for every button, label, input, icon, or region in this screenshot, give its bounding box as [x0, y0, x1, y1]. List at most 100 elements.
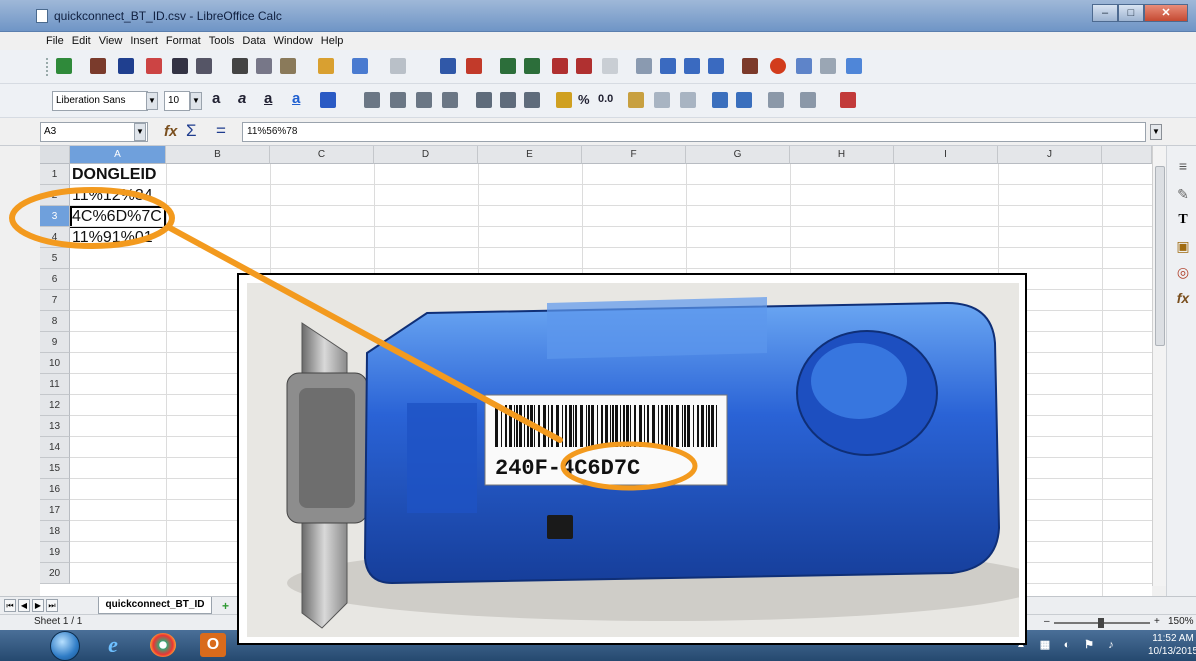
row-header-5[interactable]: 5	[40, 248, 70, 269]
cell-a1[interactable]: DONGLEID	[72, 164, 156, 185]
align-right-icon[interactable]	[416, 92, 432, 108]
navigator-icon[interactable]: ◎	[1175, 264, 1191, 280]
insert-rows-icon[interactable]	[552, 58, 568, 74]
copy-icon[interactable]	[256, 58, 272, 74]
delete-rows-icon[interactable]	[602, 58, 618, 74]
align-bottom-icon[interactable]	[524, 92, 540, 108]
formula-icon[interactable]: =	[216, 121, 226, 141]
formula-input[interactable]: 11%56%78	[242, 122, 1146, 142]
volume-icon[interactable]: ◐	[1058, 633, 1076, 657]
office-icon[interactable]: O	[200, 633, 226, 657]
maximize-button[interactable]: □	[1118, 4, 1144, 22]
name-box[interactable]: A3	[40, 122, 148, 142]
delete-decimal-icon[interactable]	[680, 92, 696, 108]
font-name-box[interactable]: Liberation Sans	[52, 91, 148, 111]
row-header-7[interactable]: 7	[40, 290, 70, 311]
zoom-slider-handle[interactable]	[1098, 618, 1104, 628]
percent-icon[interactable]: %	[578, 92, 590, 107]
sort-icon[interactable]	[636, 58, 652, 74]
column-header-f[interactable]: F	[582, 146, 686, 164]
column-header-c[interactable]: C	[270, 146, 374, 164]
menu-data[interactable]: Data	[242, 32, 265, 50]
decrease-indent-icon[interactable]	[736, 92, 752, 108]
sort-ascending-icon[interactable]	[660, 58, 676, 74]
insert-image-icon[interactable]	[742, 58, 758, 74]
row-header-9[interactable]: 9	[40, 332, 70, 353]
menu-format[interactable]: Format	[166, 32, 201, 50]
sort-descending-icon[interactable]	[684, 58, 700, 74]
styles-icon[interactable]: T	[1175, 212, 1191, 228]
align-top-icon[interactable]	[476, 92, 492, 108]
properties-icon[interactable]: ✎	[1175, 186, 1191, 202]
pivot-table-icon[interactable]	[796, 58, 812, 74]
clone-formatting-icon[interactable]	[318, 58, 334, 74]
cut-icon[interactable]	[232, 58, 248, 74]
column-header-k[interactable]	[1102, 146, 1152, 164]
functions-icon[interactable]: fx	[1175, 290, 1191, 306]
cell-a4[interactable]: 11%91%01	[72, 227, 153, 248]
speaker-icon[interactable]: ♪	[1102, 633, 1120, 657]
hyperlink-icon[interactable]	[846, 58, 862, 74]
zoom-in-button[interactable]: +	[1154, 615, 1160, 629]
gallery-icon[interactable]: ▣	[1175, 238, 1191, 254]
row-header-3[interactable]: 3	[40, 206, 70, 227]
print-preview-icon[interactable]	[196, 58, 212, 74]
align-middle-icon[interactable]	[500, 92, 516, 108]
special-character-icon[interactable]	[820, 58, 836, 74]
next-sheet-button[interactable]: ▶	[32, 599, 44, 612]
sum-icon[interactable]: Σ	[186, 121, 197, 141]
row-header-19[interactable]: 19	[40, 542, 70, 563]
date-format-icon[interactable]	[628, 92, 644, 108]
merge-cells-icon[interactable]	[840, 92, 856, 108]
print-icon[interactable]	[172, 58, 188, 74]
menu-tools[interactable]: Tools	[209, 32, 235, 50]
insert-chart-icon[interactable]	[770, 58, 786, 74]
column-header-a[interactable]: A	[70, 146, 166, 164]
cell-a2[interactable]: 11%12%34	[72, 185, 153, 206]
column-header-g[interactable]: G	[686, 146, 790, 164]
chrome-icon[interactable]	[150, 633, 176, 657]
font-name-dropdown[interactable]: ▼	[146, 92, 158, 110]
italic-icon[interactable]: a	[238, 90, 246, 107]
row-header-1[interactable]: 1	[40, 164, 70, 185]
column-header-e[interactable]: E	[478, 146, 582, 164]
add-decimal-icon[interactable]	[654, 92, 670, 108]
row-header-14[interactable]: 14	[40, 437, 70, 458]
network-icon[interactable]: ▦	[1036, 633, 1054, 657]
column-header-j[interactable]: J	[998, 146, 1102, 164]
insert-columns-icon[interactable]	[576, 58, 592, 74]
vertical-scrollbar[interactable]	[1152, 146, 1166, 586]
name-box-dropdown[interactable]: ▼	[134, 123, 146, 141]
row-header-18[interactable]: 18	[40, 521, 70, 542]
font-size-dropdown[interactable]: ▼	[190, 92, 202, 110]
expand-formula-bar-button[interactable]: ▼	[1150, 124, 1162, 140]
previous-sheet-button[interactable]: ◀	[18, 599, 30, 612]
increase-indent-icon[interactable]	[712, 92, 728, 108]
redo-icon[interactable]	[390, 58, 406, 74]
row-header-17[interactable]: 17	[40, 500, 70, 521]
row-header-8[interactable]: 8	[40, 311, 70, 332]
column-icon[interactable]	[524, 58, 540, 74]
underline-icon[interactable]: a	[264, 90, 272, 107]
font-color-icon[interactable]: a	[292, 90, 300, 107]
menu-window[interactable]: Window	[274, 32, 313, 50]
clock[interactable]: 11:52 AM 10/13/2015	[1148, 632, 1196, 658]
menu-insert[interactable]: Insert	[130, 32, 158, 50]
last-sheet-button[interactable]: ⏭	[46, 599, 58, 612]
undo-icon[interactable]	[352, 58, 368, 74]
column-header-d[interactable]: D	[374, 146, 478, 164]
start-button[interactable]	[50, 631, 80, 661]
border-style-icon[interactable]	[800, 92, 816, 108]
menu-file[interactable]: File	[46, 32, 64, 50]
export-pdf-icon[interactable]	[146, 58, 162, 74]
add-sheet-button[interactable]: +	[222, 599, 229, 613]
row-header-12[interactable]: 12	[40, 395, 70, 416]
number-format-icon[interactable]: 0.0	[598, 93, 613, 105]
scrollbar-thumb[interactable]	[1155, 166, 1165, 346]
paste-icon[interactable]	[280, 58, 296, 74]
autofilter-icon[interactable]	[708, 58, 724, 74]
wrap-text-icon[interactable]	[442, 92, 458, 108]
row-icon[interactable]	[500, 58, 516, 74]
save-icon[interactable]	[118, 58, 134, 74]
zoom-out-button[interactable]: –	[1044, 615, 1050, 629]
